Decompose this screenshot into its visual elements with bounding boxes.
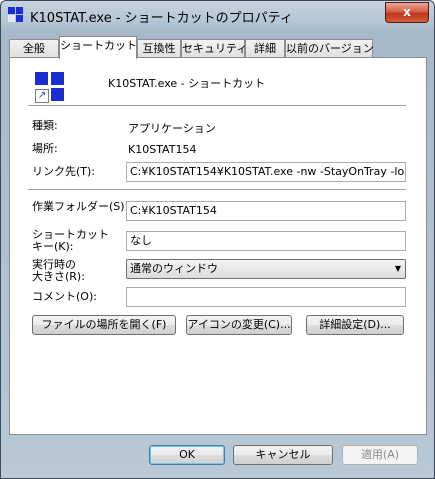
tab-shortcut[interactable]: ショートカット <box>59 36 137 59</box>
tab-compatibility[interactable]: 互換性 <box>137 39 181 57</box>
open-file-location-button[interactable]: ファイルの場所を開く(F) <box>32 315 176 335</box>
tab-general[interactable]: 全般 <box>9 39 59 57</box>
window-title: K10STAT.exe - ショートカットのプロパティ <box>30 11 293 26</box>
tab-security[interactable]: セキュリティ <box>181 39 247 57</box>
close-button[interactable]: x <box>385 2 429 23</box>
comment-label: コメント(O): <box>32 290 97 303</box>
divider <box>28 105 406 106</box>
target-label: リンク先(T): <box>32 165 96 178</box>
comment-field[interactable] <box>126 287 406 307</box>
shortcut-arrow-icon: ↗ <box>35 89 49 103</box>
type-label: 種類: <box>32 119 58 132</box>
type-value: アプリケーション <box>128 122 216 135</box>
tab-previous-versions[interactable]: 以前のバージョン <box>285 39 374 57</box>
run-label-line2: 大きさ(R): <box>32 270 85 283</box>
location-value: K10STAT154 <box>128 143 197 156</box>
hotkey-label-line2: キー(K): <box>32 240 74 253</box>
location-label: 場所: <box>32 142 58 155</box>
run-size-select[interactable]: 通常のウィンドウ ▼ <box>126 259 406 279</box>
tab-details[interactable]: 詳細 <box>245 39 285 57</box>
title-bar[interactable]: K10STAT.exe - ショートカットのプロパティ x <box>1 1 434 29</box>
change-icon-button[interactable]: アイコンの変更(C)... <box>186 315 292 335</box>
ok-button[interactable]: OK <box>149 445 225 465</box>
divider <box>28 189 406 190</box>
run-size-value: 通常のウィンドウ <box>130 262 218 275</box>
hotkey-field[interactable]: なし <box>126 231 406 251</box>
chevron-down-icon: ▼ <box>394 264 401 273</box>
cancel-button[interactable]: キャンセル <box>233 445 333 465</box>
shortcut-app-icon <box>8 7 24 23</box>
shortcut-tab-panel: ↗ K10STAT.exe - ショートカット 種類: アプリケーション 場所:… <box>9 57 427 435</box>
properties-window: K10STAT.exe - ショートカットのプロパティ x 全般 ショートカット… <box>0 0 435 479</box>
apply-button[interactable]: 適用(A) <box>342 445 418 465</box>
application-shortcut-icon: ↗ <box>34 71 66 103</box>
tab-strip: 全般 ショートカット 互換性 セキュリティ 詳細 以前のバージョン <box>9 36 429 59</box>
shortcut-name: K10STAT.exe - ショートカット <box>108 77 266 90</box>
workdir-label: 作業フォルダー(S): <box>32 200 129 213</box>
advanced-button[interactable]: 詳細設定(D)... <box>306 315 404 335</box>
workdir-field[interactable]: C:¥K10STAT154 <box>126 201 406 221</box>
target-field[interactable]: C:¥K10STAT154¥K10STAT.exe -nw -StayOnTra… <box>126 162 406 182</box>
